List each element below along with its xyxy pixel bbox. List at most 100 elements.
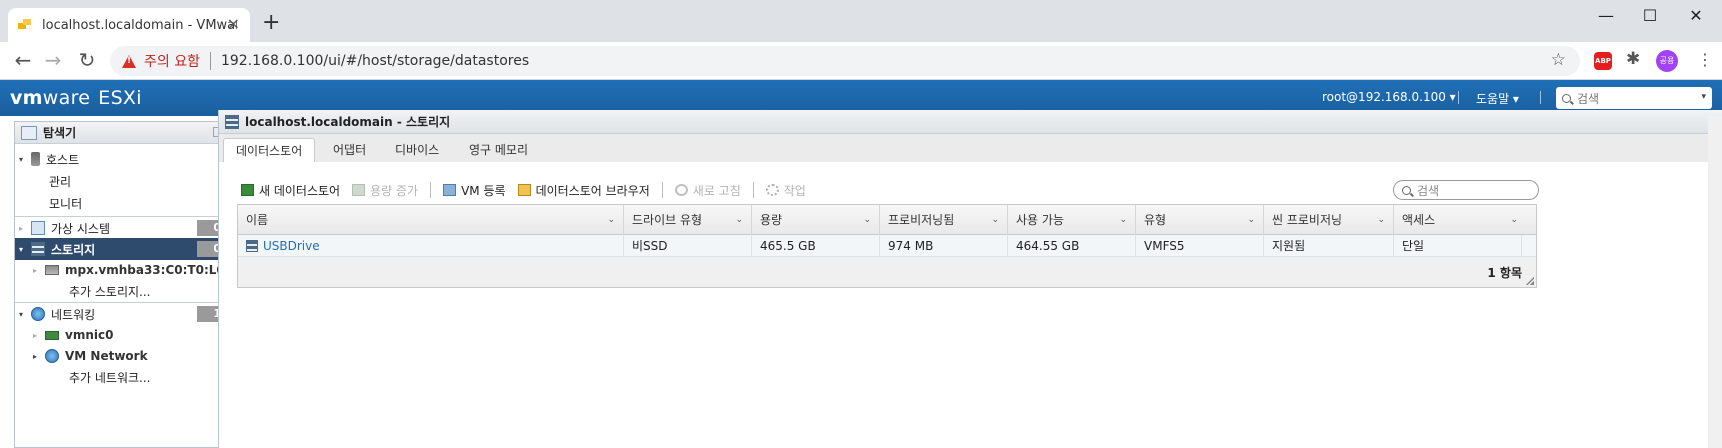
browser-tab[interactable]: localhost.localdomain - VMware ×	[8, 8, 250, 42]
datastore-browser-button[interactable]: 데이터스토어 브라우저	[517, 182, 650, 199]
column-label: 유형	[1144, 213, 1167, 227]
table-header: 이름 ⌄ 드라이브 유형 ⌄ 용량 ⌄ 프로비저닝됨 ⌄ 사용 가능 ⌄ 유형 ⌄ 씬 프로…	[238, 205, 1536, 235]
close-window-icon[interactable]: ✕	[1686, 6, 1706, 25]
nav-item-device[interactable]: ▸ mpx.vmhba33:C0:T0:L0	[15, 259, 233, 281]
register-vm-button[interactable]: VM 등록	[443, 182, 506, 199]
nav-item-label: 가상 시스템	[51, 221, 111, 236]
extensions-puzzle-icon[interactable]: ✱	[1626, 49, 1640, 69]
datastore-toolbar: 새 데이터스토어 용량 증가 VM 등록 데이터스토어 브라우저 새로 고침 작…	[241, 180, 818, 200]
navigator-title: 탐색기	[15, 122, 233, 144]
datastore-icon	[246, 240, 258, 252]
reload-icon[interactable]: ↻	[76, 49, 98, 71]
nav-item-label: 호스트	[46, 152, 80, 167]
resize-handle-icon[interactable]	[1526, 277, 1534, 285]
chevron-down-icon[interactable]: ⌄	[735, 205, 743, 235]
page-scrollbar[interactable]	[1708, 116, 1722, 448]
nav-item-more-storage[interactable]: 추가 스토리지...	[15, 280, 233, 302]
datastore-filter-input[interactable]: 검색	[1393, 180, 1539, 200]
browser-tab-title: localhost.localdomain - VMware	[42, 17, 237, 33]
tab-devices[interactable]: 디바이스	[383, 138, 451, 162]
chevron-down-icon[interactable]: ⌄	[607, 205, 615, 235]
column-header-drive-type[interactable]: 드라이브 유형 ⌄	[624, 205, 752, 235]
tab-datastores[interactable]: 데이터스토어	[223, 138, 316, 162]
page-title: localhost.localdomain - 스토리지	[219, 110, 1722, 134]
chevron-down-icon[interactable]: ⌄	[1247, 205, 1255, 235]
url-text[interactable]: 192.168.0.100/ui/#/host/storage/datastor…	[221, 53, 529, 69]
column-header-thin-provisioning[interactable]: 씬 프로비저닝 ⌄	[1264, 205, 1394, 235]
actions-label: 작업	[783, 183, 806, 198]
nav-item-virtual-machines[interactable]: ▸ 가상 시스템 0	[15, 217, 233, 239]
nav-item-more-networks[interactable]: 추가 네트워크...	[15, 366, 233, 388]
address-bar[interactable]: 주의 요함 192.168.0.100/ui/#/host/storage/da…	[110, 46, 1580, 76]
expand-toggle-icon[interactable]: ▾	[15, 155, 27, 164]
datastore-browser-icon	[517, 184, 531, 196]
toolbar-divider	[752, 182, 754, 198]
item-count: 1 항목	[1487, 266, 1522, 280]
virtual-machine-icon	[31, 221, 45, 235]
nav-item-networking[interactable]: ▾ 네트워킹 1	[15, 303, 233, 325]
column-header-name[interactable]: 이름 ⌄	[238, 205, 624, 235]
adblock-plus-icon[interactable]: ABP	[1594, 52, 1612, 70]
nav-item-label: 추가 스토리지...	[69, 284, 151, 299]
new-datastore-button[interactable]: 새 데이터스토어	[241, 182, 340, 199]
expand-toggle-icon[interactable]: ▸	[15, 224, 27, 233]
expand-toggle-icon[interactable]: ▸	[29, 266, 41, 275]
expand-toggle-icon[interactable]: ▾	[15, 310, 27, 319]
column-label: 드라이브 유형	[632, 213, 703, 227]
search-dropdown-icon[interactable]: ▾	[1701, 92, 1706, 102]
expand-toggle-icon[interactable]: ▾	[15, 245, 27, 254]
column-label: 이름	[246, 213, 269, 227]
column-header-provisioned[interactable]: 프로비저닝됨 ⌄	[880, 205, 1008, 235]
maximize-icon[interactable]: ☐	[1640, 6, 1660, 25]
browser-menu-icon[interactable]: ⋮	[1697, 50, 1713, 69]
nav-item-host[interactable]: ▾ 호스트	[15, 148, 233, 170]
actions-button[interactable]: 작업	[765, 182, 806, 199]
tab-adapters[interactable]: 어댑터	[321, 138, 378, 162]
column-header-capacity[interactable]: 용량 ⌄	[752, 205, 880, 235]
nav-item-label: mpx.vmhba33:C0:T0:L0	[65, 263, 225, 277]
table-row[interactable]: USBDrive 비SSD 465.5 GB 974 MB 464.55 GB …	[238, 235, 1536, 257]
increase-capacity-button[interactable]: 용량 증가	[352, 182, 418, 199]
nav-item-vm-network[interactable]: ▸ VM Network	[15, 345, 233, 367]
back-icon[interactable]: ←	[12, 49, 34, 71]
toolbar-divider	[430, 182, 432, 198]
header-search-input[interactable]: 검색 ▾	[1556, 87, 1712, 109]
column-header-type[interactable]: 유형 ⌄	[1136, 205, 1264, 235]
datastore-name-link[interactable]: USBDrive	[263, 235, 320, 257]
bookmark-star-icon[interactable]: ☆	[1551, 50, 1566, 70]
tab-persistent-memory[interactable]: 영구 메모리	[457, 138, 540, 162]
minimize-icon[interactable]: —	[1596, 6, 1616, 25]
search-icon	[1562, 93, 1571, 103]
chevron-down-icon[interactable]: ⌄	[1119, 205, 1127, 235]
new-tab-button[interactable]: +	[262, 12, 280, 34]
chevron-down-icon[interactable]: ⌄	[991, 205, 999, 235]
chevron-down-icon[interactable]: ⌄	[1377, 205, 1385, 235]
column-header-access[interactable]: 액세스 ⌄	[1394, 205, 1536, 235]
chevron-down-icon[interactable]: ⌄	[1510, 205, 1518, 235]
capacity-cell: 465.5 GB	[752, 235, 880, 257]
refresh-button[interactable]: 새로 고침	[674, 182, 741, 199]
column-label: 액세스	[1402, 213, 1436, 227]
nav-item-label: 스토리지	[51, 242, 96, 257]
nav-item-storage[interactable]: ▾ 스토리지 0	[15, 238, 233, 260]
security-warning-text[interactable]: 주의 요함	[144, 51, 200, 71]
nav-item-vmnic0[interactable]: ▸ vmnic0	[15, 324, 233, 346]
logo-ware: ware	[42, 87, 91, 109]
expand-toggle-icon[interactable]: ▸	[29, 331, 41, 340]
new-datastore-icon	[241, 184, 254, 196]
nav-item-monitor[interactable]: 모니터	[15, 192, 233, 214]
page-title-text: localhost.localdomain - 스토리지	[245, 115, 451, 129]
access-cell: 단일	[1394, 235, 1522, 257]
forward-icon[interactable]: →	[42, 49, 64, 71]
user-menu[interactable]: root@192.168.0.100 ▾	[1322, 90, 1456, 104]
browser-toolbar: ← → ↻ 주의 요함 192.168.0.100/ui/#/host/stor…	[0, 42, 1722, 80]
datastore-name-cell[interactable]: USBDrive	[238, 235, 624, 257]
help-menu[interactable]: 도움말 ▾	[1476, 90, 1519, 107]
nav-item-manage[interactable]: 관리	[15, 170, 233, 192]
column-header-free[interactable]: 사용 가능 ⌄	[1008, 205, 1136, 235]
tab-close-icon[interactable]: ×	[227, 16, 240, 32]
security-warning-icon[interactable]	[122, 54, 136, 68]
profile-avatar[interactable]: 공용	[1656, 50, 1678, 72]
expand-toggle-icon[interactable]: ▸	[29, 352, 41, 361]
chevron-down-icon[interactable]: ⌄	[863, 205, 871, 235]
